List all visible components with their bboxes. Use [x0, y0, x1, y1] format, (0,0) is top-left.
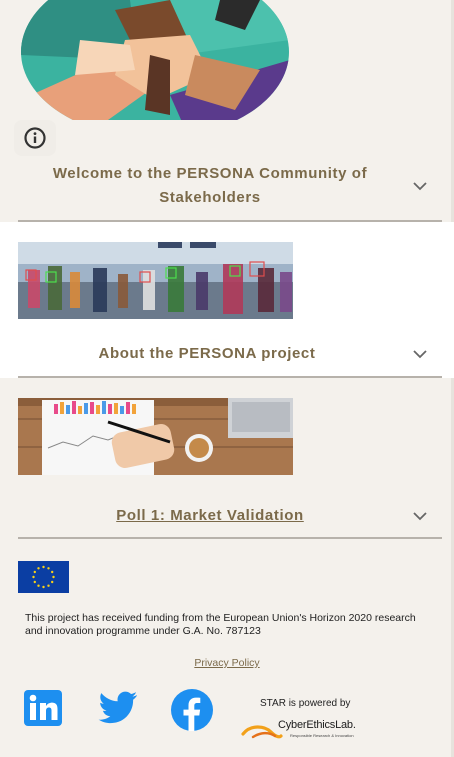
section-title-poll[interactable]: Poll 1: Market Validation: [38, 506, 382, 526]
twitter-icon[interactable]: [98, 691, 138, 725]
section-divider: [18, 537, 442, 539]
cyberethicslab-name: CyberEthicsLab.: [278, 719, 356, 731]
linkedin-icon[interactable]: [24, 690, 62, 726]
desk-chart-image: [18, 398, 293, 475]
chevron-down-icon[interactable]: [412, 511, 428, 521]
powered-by-text: STAR is powered by: [260, 698, 351, 709]
funding-statement: This project has received funding from t…: [25, 612, 416, 637]
info-icon: [24, 127, 46, 149]
facebook-icon[interactable]: [171, 689, 213, 731]
privacy-policy-link[interactable]: Privacy Policy: [0, 657, 454, 669]
cyberethicslab-tagline: Responsible Research & Innovation: [290, 733, 354, 738]
crowd-image: [18, 242, 293, 319]
section-title-welcome[interactable]: Welcome to the PERSONA Community of Stak…: [30, 162, 390, 210]
chevron-down-icon[interactable]: [412, 349, 428, 359]
hero-image: [20, 0, 290, 120]
eu-flag-logo: [18, 561, 69, 593]
info-button[interactable]: [14, 120, 56, 156]
section-title-about[interactable]: About the PERSONA project: [18, 344, 396, 364]
section-divider: [18, 376, 442, 378]
chevron-down-icon[interactable]: [412, 181, 428, 191]
